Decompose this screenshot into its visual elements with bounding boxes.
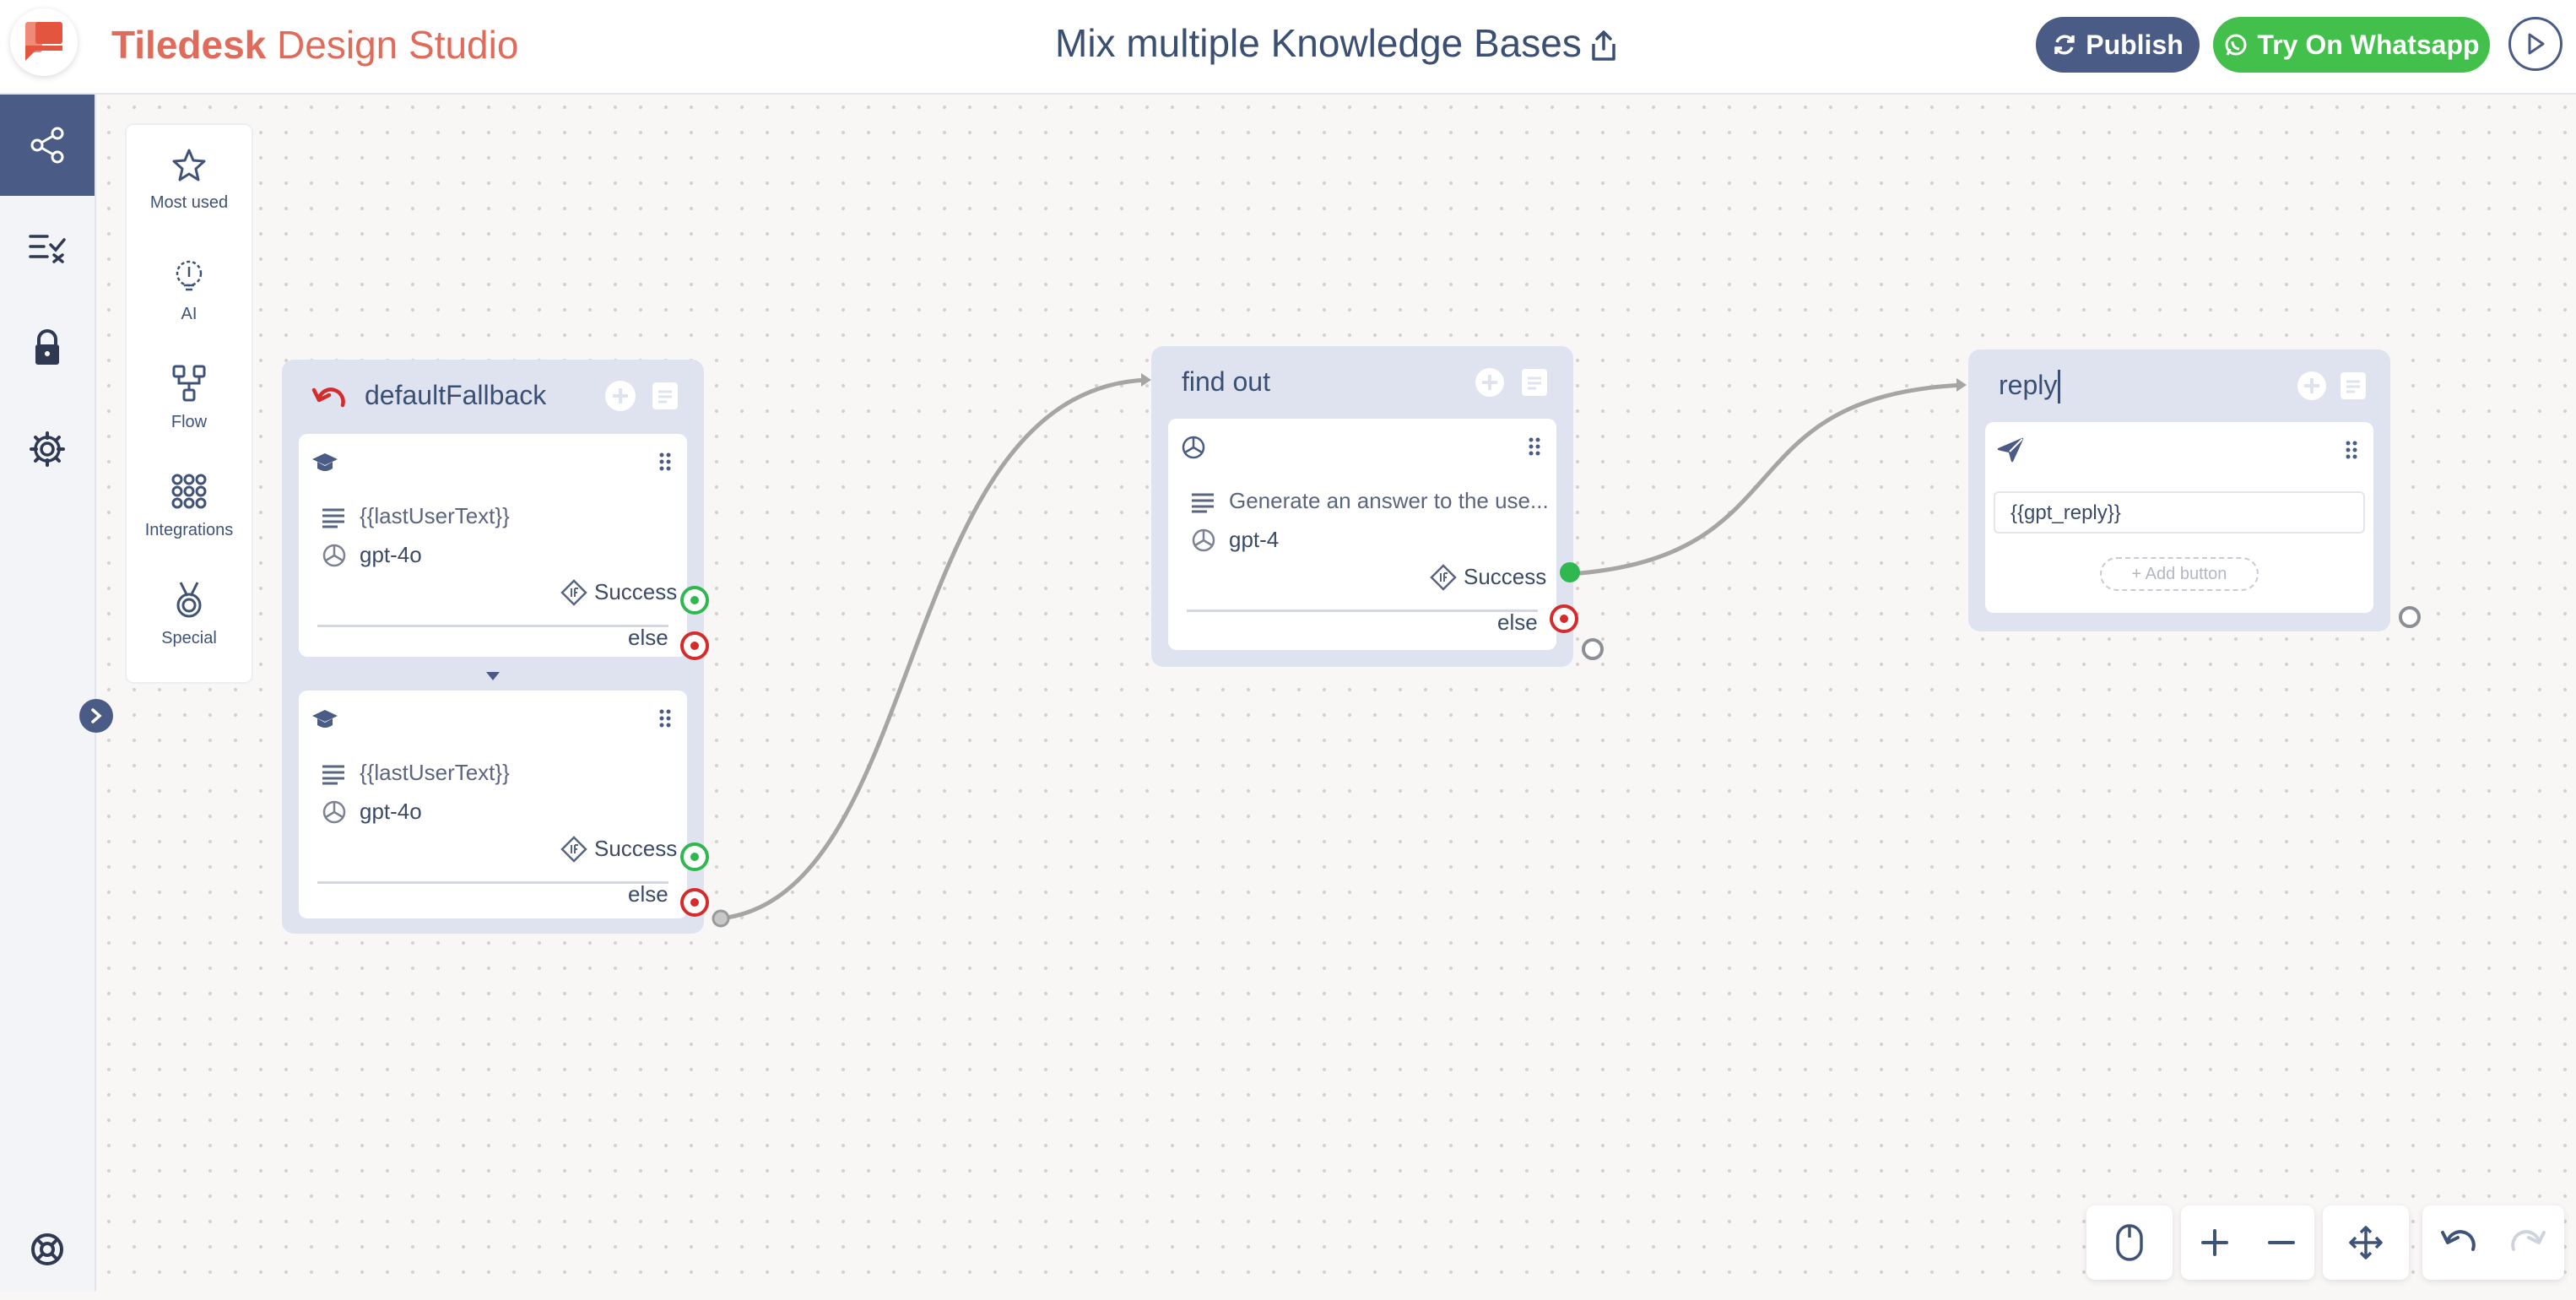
- success-connector-filled[interactable]: [1560, 562, 1580, 582]
- palette-label: Flow: [170, 413, 208, 431]
- success-connector-1[interactable]: [680, 586, 709, 615]
- knowledge-base-action-card[interactable]: {{lastUserText}} gpt-4o Success else: [299, 434, 687, 657]
- else-label: else: [1497, 609, 1538, 635]
- ai-settings-icon[interactable]: [603, 378, 638, 414]
- drag-handle-icon[interactable]: [1526, 436, 1543, 458]
- integrations-grid-icon: [171, 474, 207, 509]
- drag-handle-icon[interactable]: [657, 707, 674, 729]
- block-default-fallback[interactable]: defaultFallback {{lastUserText}} gpt-4o: [282, 360, 709, 934]
- undo-icon[interactable]: [2439, 1227, 2476, 1258]
- gpt-task-action-card[interactable]: Generate an answer to the use... gpt-4 S…: [1168, 419, 1556, 650]
- text-lines-icon: [322, 765, 344, 785]
- palette-integrations[interactable]: Integrations: [127, 471, 252, 540]
- question-text: {{lastUserText}}: [360, 760, 510, 785]
- success-label: Success: [594, 836, 678, 861]
- zoom-in-icon[interactable]: [2200, 1227, 2230, 1258]
- graduation-cap-icon: [312, 710, 338, 728]
- send-message-action-card[interactable]: {{gpt_reply}} + Add button: [1985, 422, 2373, 613]
- palette-label: Most used: [149, 193, 229, 212]
- block-output-connector[interactable]: [2399, 606, 2421, 628]
- graduation-cap-icon: [312, 453, 338, 471]
- message-text: {{gpt_reply}}: [2010, 501, 2121, 524]
- palette-flow[interactable]: Flow: [127, 363, 252, 432]
- redo-icon[interactable]: [2510, 1227, 2547, 1258]
- condition-if-icon: [560, 836, 587, 863]
- notes-icon[interactable]: [1519, 366, 1550, 398]
- block-title[interactable]: find out: [1182, 366, 1270, 398]
- mouse-icon: [2116, 1224, 2143, 1261]
- zoom-controls: [2181, 1205, 2314, 1280]
- success-label: Success: [1464, 564, 1547, 589]
- connector-findout-to-reply: [1569, 382, 1964, 577]
- drag-handle-icon[interactable]: [657, 451, 674, 473]
- palette-special[interactable]: Special: [127, 579, 252, 648]
- history-controls: [2422, 1205, 2564, 1280]
- condition-if-icon: [560, 579, 587, 606]
- send-message-icon: [1997, 437, 2024, 463]
- else-label: else: [628, 881, 668, 907]
- ai-settings-icon[interactable]: [2294, 368, 2330, 404]
- undo-arrow-icon: [311, 387, 345, 408]
- palette-label: AI: [181, 305, 198, 323]
- palette-label: Integrations: [144, 521, 234, 539]
- else-connector-2[interactable]: [680, 888, 709, 917]
- model-name: gpt-4o: [360, 542, 422, 567]
- openai-icon: [322, 544, 346, 567]
- center-view-tool[interactable]: [2323, 1205, 2409, 1280]
- block-output-connector[interactable]: [1582, 638, 1604, 660]
- model-name: gpt-4: [1229, 527, 1280, 552]
- success-connector-2[interactable]: [680, 842, 709, 871]
- else-connector[interactable]: [1550, 604, 1578, 633]
- palette-label: Special: [161, 629, 217, 647]
- connector-fallback-to-findout: [720, 377, 1149, 921]
- model-name: gpt-4o: [360, 799, 422, 824]
- ai-settings-icon[interactable]: [1472, 365, 1507, 400]
- text-cursor: [2058, 370, 2060, 404]
- mouse-mode-tool[interactable]: [2086, 1205, 2173, 1280]
- knowledge-base-action-card[interactable]: {{lastUserText}} gpt-4o Success else: [299, 691, 687, 918]
- notes-icon[interactable]: [650, 380, 680, 412]
- else-connector-1[interactable]: [680, 631, 709, 660]
- notes-icon[interactable]: [2338, 370, 2368, 402]
- move-arrows-icon: [2349, 1226, 2383, 1259]
- chevron-right-icon: [91, 708, 102, 723]
- block-find-out[interactable]: find out Generate an answer to the use..…: [1151, 346, 1580, 667]
- arrow-head: [1956, 378, 1967, 392]
- star-icon: [172, 149, 206, 181]
- palette-ai[interactable]: AI: [127, 255, 252, 324]
- openai-icon: [322, 800, 346, 824]
- condition-if-icon: [1430, 564, 1457, 591]
- expand-palette-button[interactable]: [79, 699, 113, 733]
- zoom-out-icon[interactable]: [2266, 1227, 2297, 1258]
- divider: [317, 881, 668, 884]
- block-title[interactable]: reply: [1999, 370, 2057, 401]
- drag-handle-icon[interactable]: [2343, 439, 2360, 461]
- question-text: Generate an answer to the use...: [1229, 488, 1549, 513]
- else-label: else: [628, 625, 668, 650]
- message-field[interactable]: {{gpt_reply}}: [1994, 491, 2365, 534]
- medal-icon: [176, 582, 202, 618]
- flow-icon: [172, 365, 206, 402]
- add-button[interactable]: + Add button: [2100, 557, 2259, 591]
- divider: [1187, 609, 1538, 612]
- divider: [317, 625, 668, 627]
- block-palette: Most used AI Flow Integrations Special: [127, 125, 252, 682]
- connector-start-dot: [712, 909, 730, 928]
- text-lines-icon: [1192, 493, 1214, 513]
- block-title[interactable]: defaultFallback: [365, 380, 546, 411]
- ai-bulb-icon: [176, 260, 203, 291]
- text-lines-icon: [322, 508, 344, 528]
- caret-down-icon: [486, 672, 500, 680]
- openai-icon: [1182, 436, 1205, 459]
- block-reply[interactable]: reply {{gpt_reply}} + Add button: [1968, 349, 2390, 631]
- success-label: Success: [594, 579, 678, 604]
- arrow-head: [1141, 373, 1151, 387]
- palette-most-used[interactable]: Most used: [127, 147, 252, 213]
- question-text: {{lastUserText}}: [360, 503, 510, 528]
- openai-icon: [1192, 528, 1215, 552]
